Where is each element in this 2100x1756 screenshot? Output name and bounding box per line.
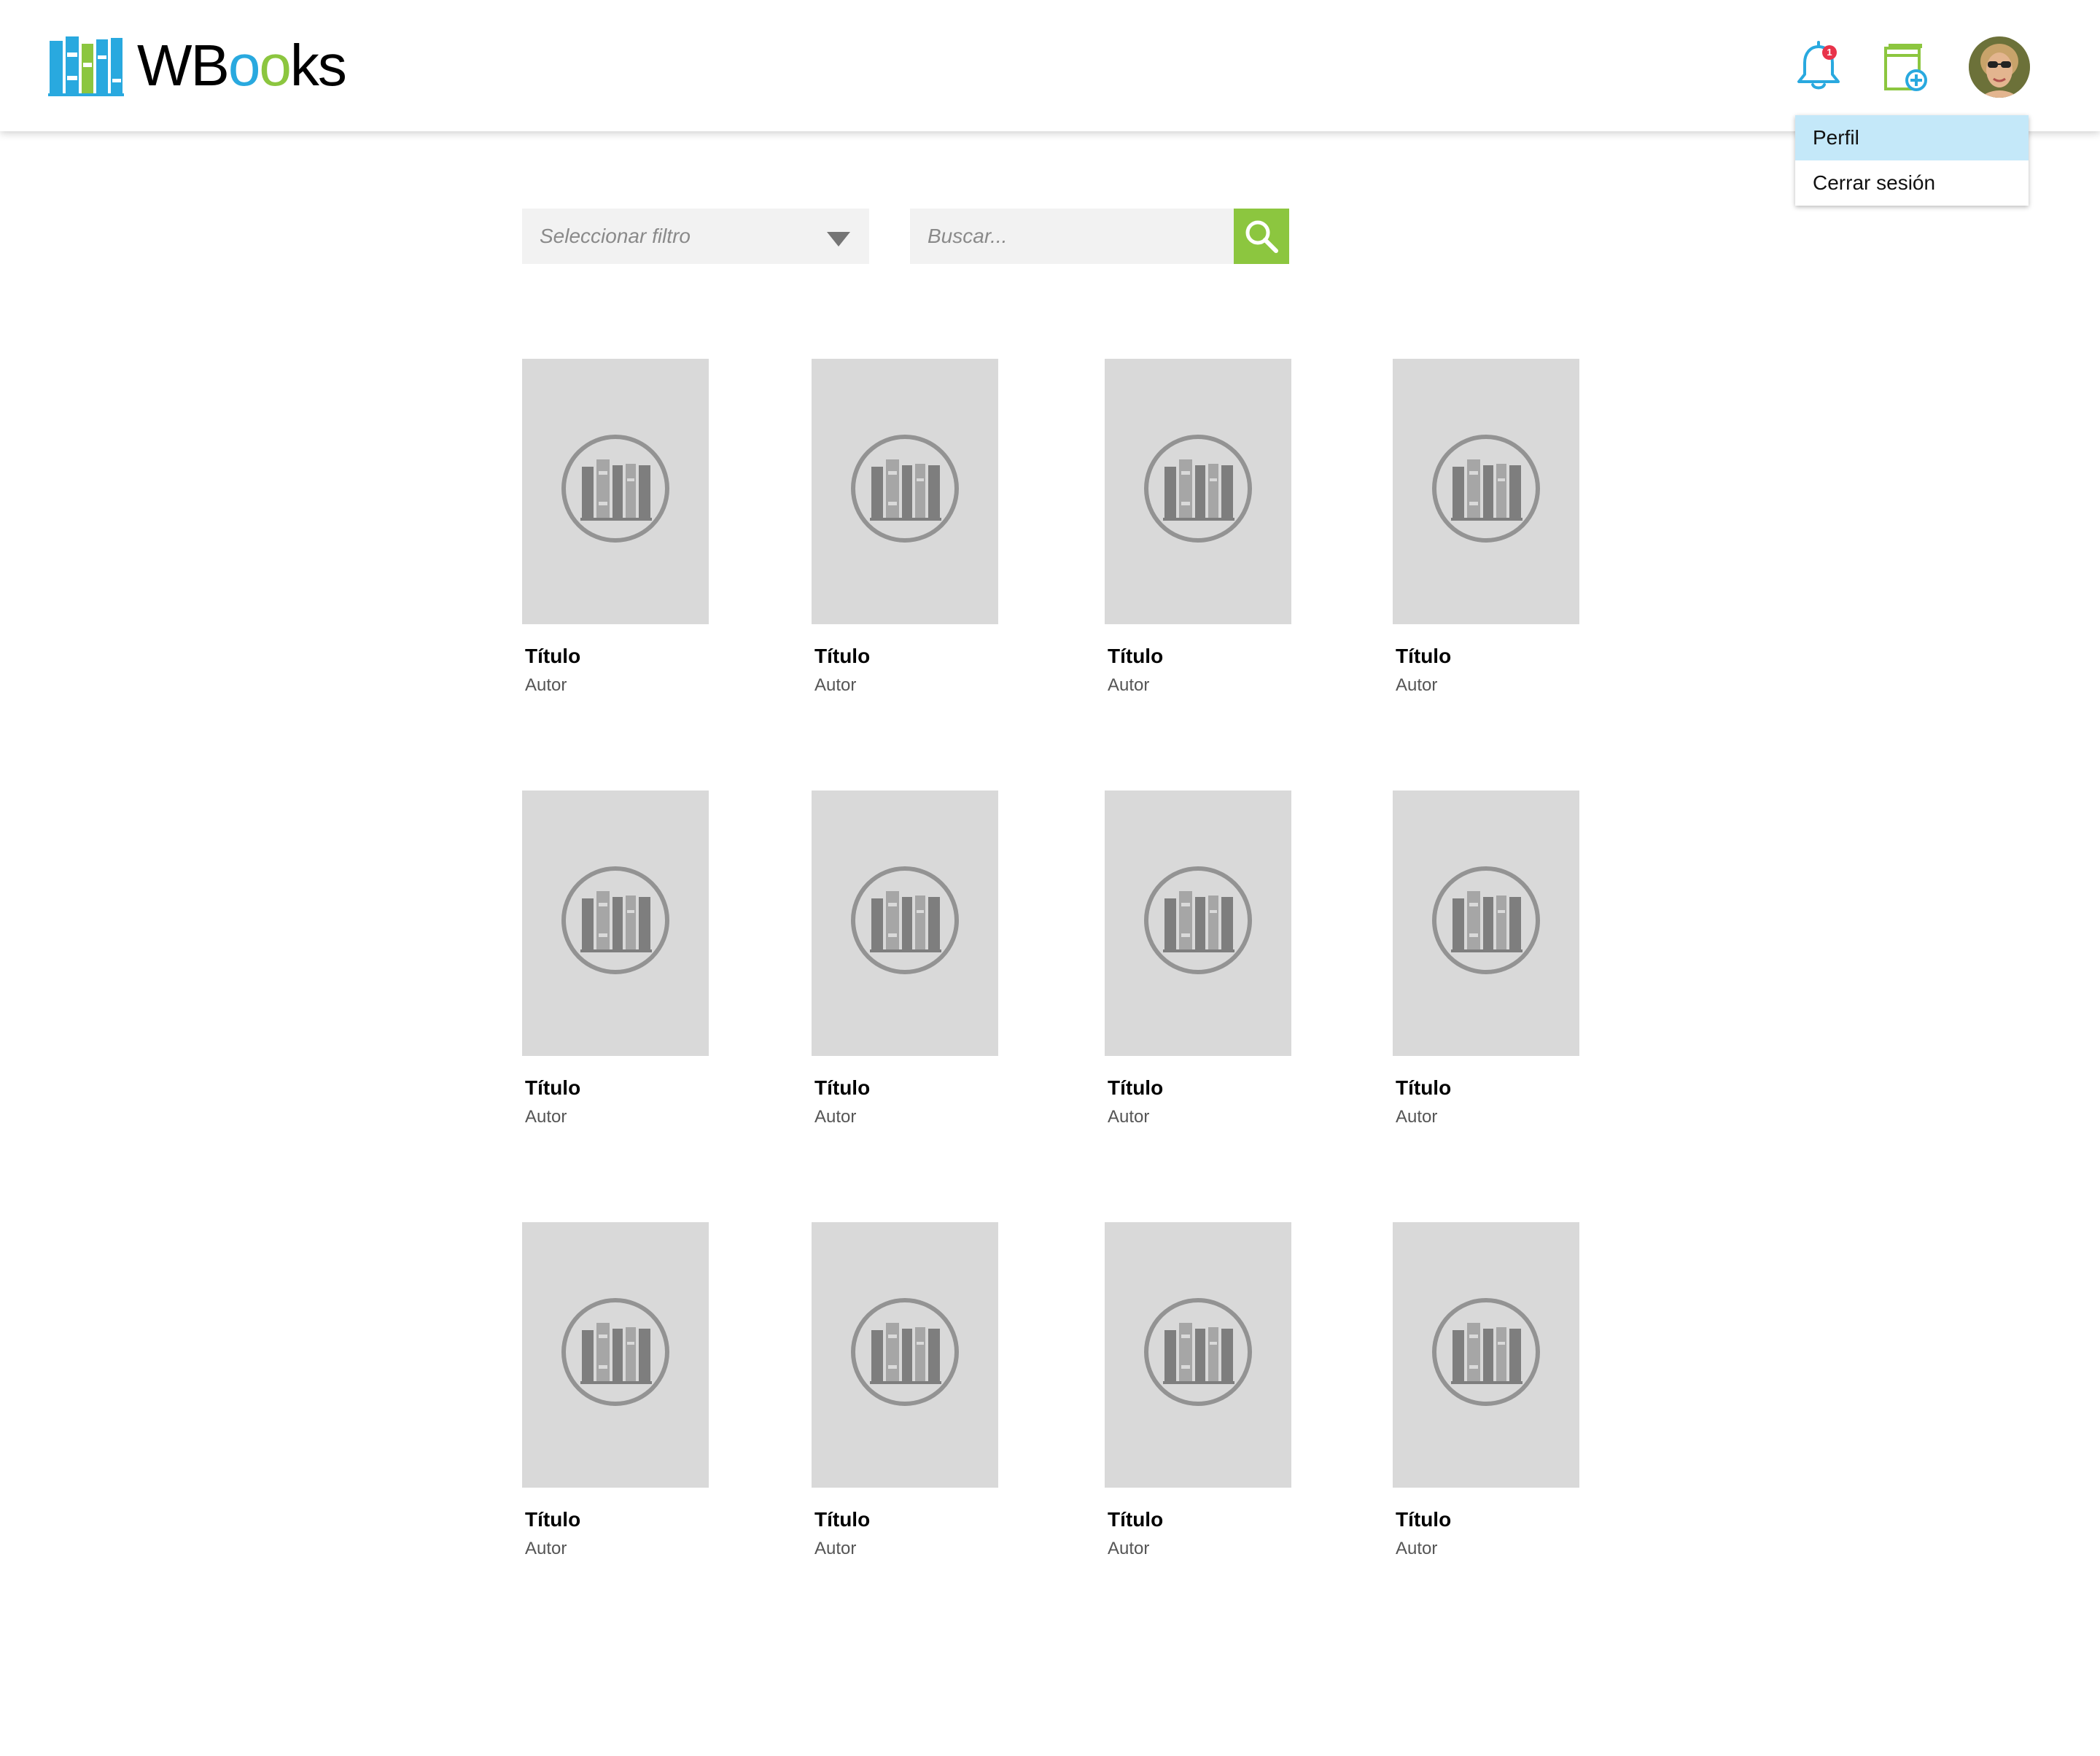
book-cover (1105, 1222, 1291, 1488)
book-title: Título (1108, 1508, 1164, 1531)
menu-item-cerrar-sesion[interactable]: Cerrar sesión (1795, 160, 2029, 206)
book-card[interactable]: Título Autor (1393, 790, 1579, 1127)
search-input[interactable] (910, 209, 1234, 264)
add-book-icon (1884, 44, 1927, 91)
book-author: Autor (1396, 1107, 1438, 1127)
book-card[interactable]: Título Autor (522, 790, 709, 1127)
book-card[interactable]: Título Autor (1393, 359, 1579, 696)
book-card[interactable]: Título Autor (812, 790, 998, 1127)
books-icon (1432, 866, 1540, 974)
book-cover (1393, 359, 1579, 624)
books-icon (1144, 1298, 1252, 1406)
book-cover (1105, 359, 1291, 624)
book-author: Autor (1108, 1539, 1150, 1558)
book-card[interactable]: Título Autor (522, 1222, 709, 1559)
book-cover (812, 790, 998, 1056)
book-title: Título (814, 645, 871, 667)
menu-item-perfil[interactable]: Perfil (1795, 115, 2029, 160)
book-author: Autor (814, 1107, 857, 1127)
books-icon (1144, 435, 1252, 543)
book-card[interactable]: Título Autor (1393, 1222, 1579, 1559)
book-title: Título (1396, 1076, 1452, 1099)
book-title: Título (525, 645, 581, 667)
book-cover (1393, 790, 1579, 1056)
book-author: Autor (1108, 1107, 1150, 1127)
books-icon (561, 435, 669, 543)
bell-icon (1797, 41, 1840, 90)
search-icon (1245, 220, 1278, 253)
book-author: Autor (525, 675, 567, 695)
book-card[interactable]: Título Autor (1105, 359, 1291, 696)
book-title: Título (814, 1508, 871, 1531)
book-card[interactable]: Título Autor (1105, 790, 1291, 1127)
book-title: Título (1396, 1508, 1452, 1531)
notification-badge: 1 (1822, 45, 1837, 60)
book-author: Autor (1108, 675, 1150, 695)
books-icon (851, 866, 959, 974)
book-author: Autor (1396, 1539, 1438, 1558)
books-icon (561, 1298, 669, 1406)
book-card[interactable]: Título Autor (1105, 1222, 1291, 1559)
book-title: Título (525, 1076, 581, 1099)
book-card[interactable]: Título Autor (812, 1222, 998, 1559)
book-author: Autor (814, 675, 857, 695)
book-card[interactable]: Título Autor (522, 359, 709, 696)
book-card[interactable]: Título Autor (812, 359, 998, 696)
user-dropdown-menu: Perfil Cerrar sesión (1795, 115, 2029, 206)
book-title: Título (1396, 645, 1452, 667)
logo-text: WBooks (137, 33, 347, 98)
filter-select[interactable]: Seleccionar filtro (522, 209, 869, 264)
book-title: Título (1108, 645, 1164, 667)
book-author: Autor (814, 1539, 857, 1558)
add-book-button[interactable] (1878, 41, 1931, 93)
book-cover (522, 1222, 709, 1488)
books-icon (561, 866, 669, 974)
search-button[interactable] (1234, 209, 1289, 264)
book-author: Autor (525, 1107, 567, 1127)
user-menu-caret (1989, 106, 2007, 115)
app-header: WBooks 1 (0, 0, 2100, 131)
avatar-photo (1969, 36, 2030, 98)
book-title: Título (814, 1076, 871, 1099)
books-icon (851, 435, 959, 543)
books-icon (1144, 866, 1252, 974)
book-cover (1105, 790, 1291, 1056)
books-icon (851, 1298, 959, 1406)
book-title: Título (1108, 1076, 1164, 1099)
logo-books-icon (48, 36, 124, 96)
user-avatar[interactable] (1969, 36, 2030, 98)
wbooks-logo[interactable]: WBooks (48, 32, 347, 99)
book-cover (522, 359, 709, 624)
books-icon (1432, 435, 1540, 543)
book-cover (812, 1222, 998, 1488)
filter-select-placeholder: Seleccionar filtro (540, 225, 691, 247)
book-cover (522, 790, 709, 1056)
books-icon (1432, 1298, 1540, 1406)
book-cover (812, 359, 998, 624)
book-cover (1393, 1222, 1579, 1488)
book-author: Autor (1396, 675, 1438, 695)
book-author: Autor (525, 1539, 567, 1558)
chevron-down-icon (827, 232, 850, 246)
book-title: Título (525, 1508, 581, 1531)
notifications-button[interactable] (1792, 41, 1845, 93)
